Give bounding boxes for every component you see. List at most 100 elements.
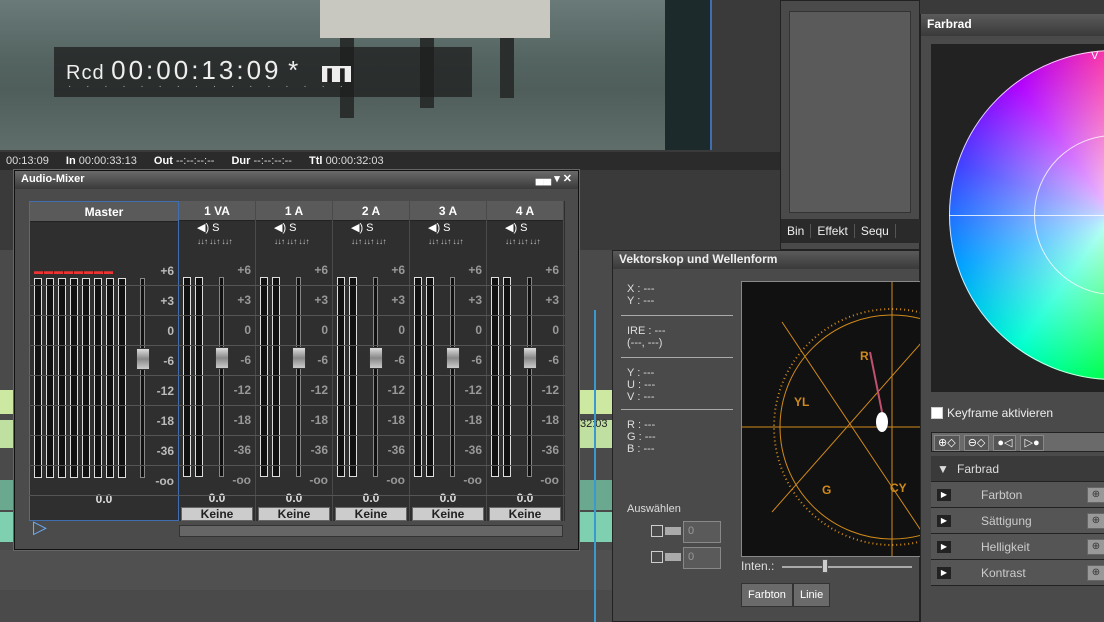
farbrad-section[interactable]: ▼ Farbrad xyxy=(931,456,1104,482)
expand-icon[interactable]: ▶ xyxy=(937,515,951,527)
channel-value: 0.0 xyxy=(439,491,457,505)
scale-label: +6 xyxy=(391,263,405,277)
channel-name: 2 A xyxy=(333,201,409,221)
channel-name: 1 VA xyxy=(179,201,255,221)
output-select[interactable]: Keine xyxy=(412,507,484,521)
channel-value: 0.0 xyxy=(208,491,226,505)
farbrad-panel: Farbrad V Keyframe aktivieren ⊕◇ ⊖◇ ●◁ ▷● ▼… xyxy=(920,14,1104,622)
meter-grid-line xyxy=(29,345,565,346)
color-wheel[interactable]: V xyxy=(931,44,1104,392)
param-label: Kontrast xyxy=(981,566,1026,580)
audio-mixer-titlebar[interactable]: Audio-Mixer ▄▄ ▾ ✕ xyxy=(15,171,578,189)
remove-keyframe-icon[interactable]: ⊖◇ xyxy=(963,435,990,451)
mute-solo-buttons[interactable]: ◀) S xyxy=(256,221,332,237)
output-select[interactable]: Keine xyxy=(181,507,253,521)
select-value-field[interactable]: 0 xyxy=(683,547,721,569)
intensity-slider[interactable] xyxy=(781,558,912,573)
meter-grid-line xyxy=(29,315,565,316)
out-value[interactable]: --:--:--:-- xyxy=(176,155,214,167)
channel-fader-track[interactable] xyxy=(219,277,224,477)
channel-fader-knob[interactable] xyxy=(292,347,306,369)
select-icon xyxy=(665,526,681,535)
expand-icon[interactable]: ▶ xyxy=(937,567,951,579)
channel-fader-knob[interactable] xyxy=(215,347,229,369)
param-label: Farbton xyxy=(981,488,1023,502)
select-checkbox[interactable] xyxy=(651,550,663,563)
channel-fader-track[interactable] xyxy=(296,277,301,477)
meter-grid-line xyxy=(29,435,565,436)
add-keyframe-icon[interactable]: ⊕◇ xyxy=(934,435,960,451)
dur-label: Dur xyxy=(231,155,251,167)
tab-effekt[interactable]: Effekt xyxy=(811,224,855,238)
mute-solo-buttons[interactable]: ◀) S xyxy=(410,221,486,237)
channel-value: 0.0 xyxy=(516,491,534,505)
expand-icon[interactable]: ▶ xyxy=(937,489,951,501)
scale-label: 0 xyxy=(475,323,482,337)
prev-keyframe-icon[interactable]: ●◁ xyxy=(993,435,1017,451)
channel-name: 4 A xyxy=(487,201,563,221)
channel-fader-knob[interactable] xyxy=(523,347,537,369)
g-value: G : --- xyxy=(627,431,656,443)
expand-icon[interactable]: ▶ xyxy=(937,541,951,553)
output-select[interactable]: Keine xyxy=(489,507,561,521)
select-row[interactable]: 0 xyxy=(651,547,721,569)
channel-fx-icons[interactable]: ↓↓↑ ↓↓↑ ↓↓↑ xyxy=(256,237,332,251)
add-icon[interactable]: ⊕ xyxy=(1087,539,1104,555)
mixer-scrollbar[interactable] xyxy=(179,525,563,537)
param-row-kontrast[interactable]: ▶ Kontrast ⊕ xyxy=(931,560,1104,586)
scale-label: +6 xyxy=(160,264,174,278)
select-checkbox[interactable] xyxy=(651,524,663,537)
keyframe-checkbox[interactable] xyxy=(931,407,943,419)
timeline-empty-track[interactable] xyxy=(0,550,616,590)
param-row-farbton[interactable]: ▶ Farbton ⊕ xyxy=(931,482,1104,508)
master-fader-knob[interactable] xyxy=(136,348,150,370)
farbton-button[interactable]: Farbton xyxy=(741,583,793,607)
in-value[interactable]: 00:00:33:13 xyxy=(79,155,137,167)
output-select[interactable]: Keine xyxy=(335,507,407,521)
select-value-field[interactable]: 0 xyxy=(683,521,721,543)
keyframe-toggle[interactable]: Keyframe aktivieren xyxy=(931,406,1053,420)
window-controls-icon[interactable]: ▄▄ ▾ ✕ xyxy=(536,172,572,185)
add-icon[interactable]: ⊕ xyxy=(1087,565,1104,581)
param-row-saettigung[interactable]: ▶ Sättigung ⊕ xyxy=(931,508,1104,534)
scale-label: -18 xyxy=(387,413,405,427)
yuv-info: Y : --- U : --- V : --- xyxy=(627,367,655,403)
collapse-icon[interactable]: ▼ xyxy=(937,456,949,482)
linie-button[interactable]: Linie xyxy=(793,583,831,607)
master-strip: Master ▬▬▬▬▬▬▬▬ +6 +3 0 -6 -12 -18 -36 -… xyxy=(29,201,179,521)
add-icon[interactable]: ⊕ xyxy=(1087,487,1104,503)
next-keyframe-icon[interactable]: ▷● xyxy=(1020,435,1044,451)
timeline-cursor[interactable] xyxy=(594,310,596,622)
channel-fader-track[interactable] xyxy=(373,277,378,477)
scale-label: -18 xyxy=(541,413,559,427)
channel-fx-icons[interactable]: ↓↓↑ ↓↓↑ ↓↓↑ xyxy=(179,237,255,251)
channel-fader-knob[interactable] xyxy=(446,347,460,369)
pause-icon[interactable]: ❚❚ xyxy=(321,66,352,82)
channel-fader-knob[interactable] xyxy=(369,347,383,369)
channel-fader-track[interactable] xyxy=(450,277,455,477)
select-row[interactable]: 0 xyxy=(651,521,721,543)
tab-bin[interactable]: Bin xyxy=(781,224,812,238)
master-fader-track[interactable] xyxy=(140,278,145,478)
play-icon[interactable]: ▷ xyxy=(33,517,47,538)
mute-solo-buttons[interactable]: ◀) S xyxy=(179,221,255,237)
vectorscope-window: Vektorskop und Wellenform X : --- Y : --… xyxy=(612,250,921,622)
meter-grid-line xyxy=(29,465,565,466)
param-row-helligkeit[interactable]: ▶ Helligkeit ⊕ xyxy=(931,534,1104,560)
channel-fx-icons[interactable]: ↓↓↑ ↓↓↑ ↓↓↑ xyxy=(487,237,563,251)
channel-name: 1 A xyxy=(256,201,332,221)
mute-solo-buttons[interactable]: ◀) S xyxy=(487,221,563,237)
channel-fx-icons[interactable]: ↓↓↑ ↓↓↑ ↓↓↑ xyxy=(410,237,486,251)
channel-fader-track[interactable] xyxy=(527,277,532,477)
intensity-slider-handle[interactable] xyxy=(821,558,828,573)
mute-solo-buttons[interactable]: ◀) S xyxy=(333,221,409,237)
db-scale: +6 +3 0 -6 -12 -18 -36 -oo xyxy=(155,256,174,496)
ttl-value[interactable]: 00:00:32:03 xyxy=(326,155,384,167)
wheel-h-axis xyxy=(949,215,1104,216)
add-icon[interactable]: ⊕ xyxy=(1087,513,1104,529)
dur-value[interactable]: --:--:--:-- xyxy=(254,155,292,167)
channel-fx-icons[interactable]: ↓↓↑ ↓↓↑ ↓↓↑ xyxy=(333,237,409,251)
output-select[interactable]: Keine xyxy=(258,507,330,521)
meter-grid-line xyxy=(29,285,565,286)
tab-sequ[interactable]: Sequ xyxy=(854,224,896,238)
